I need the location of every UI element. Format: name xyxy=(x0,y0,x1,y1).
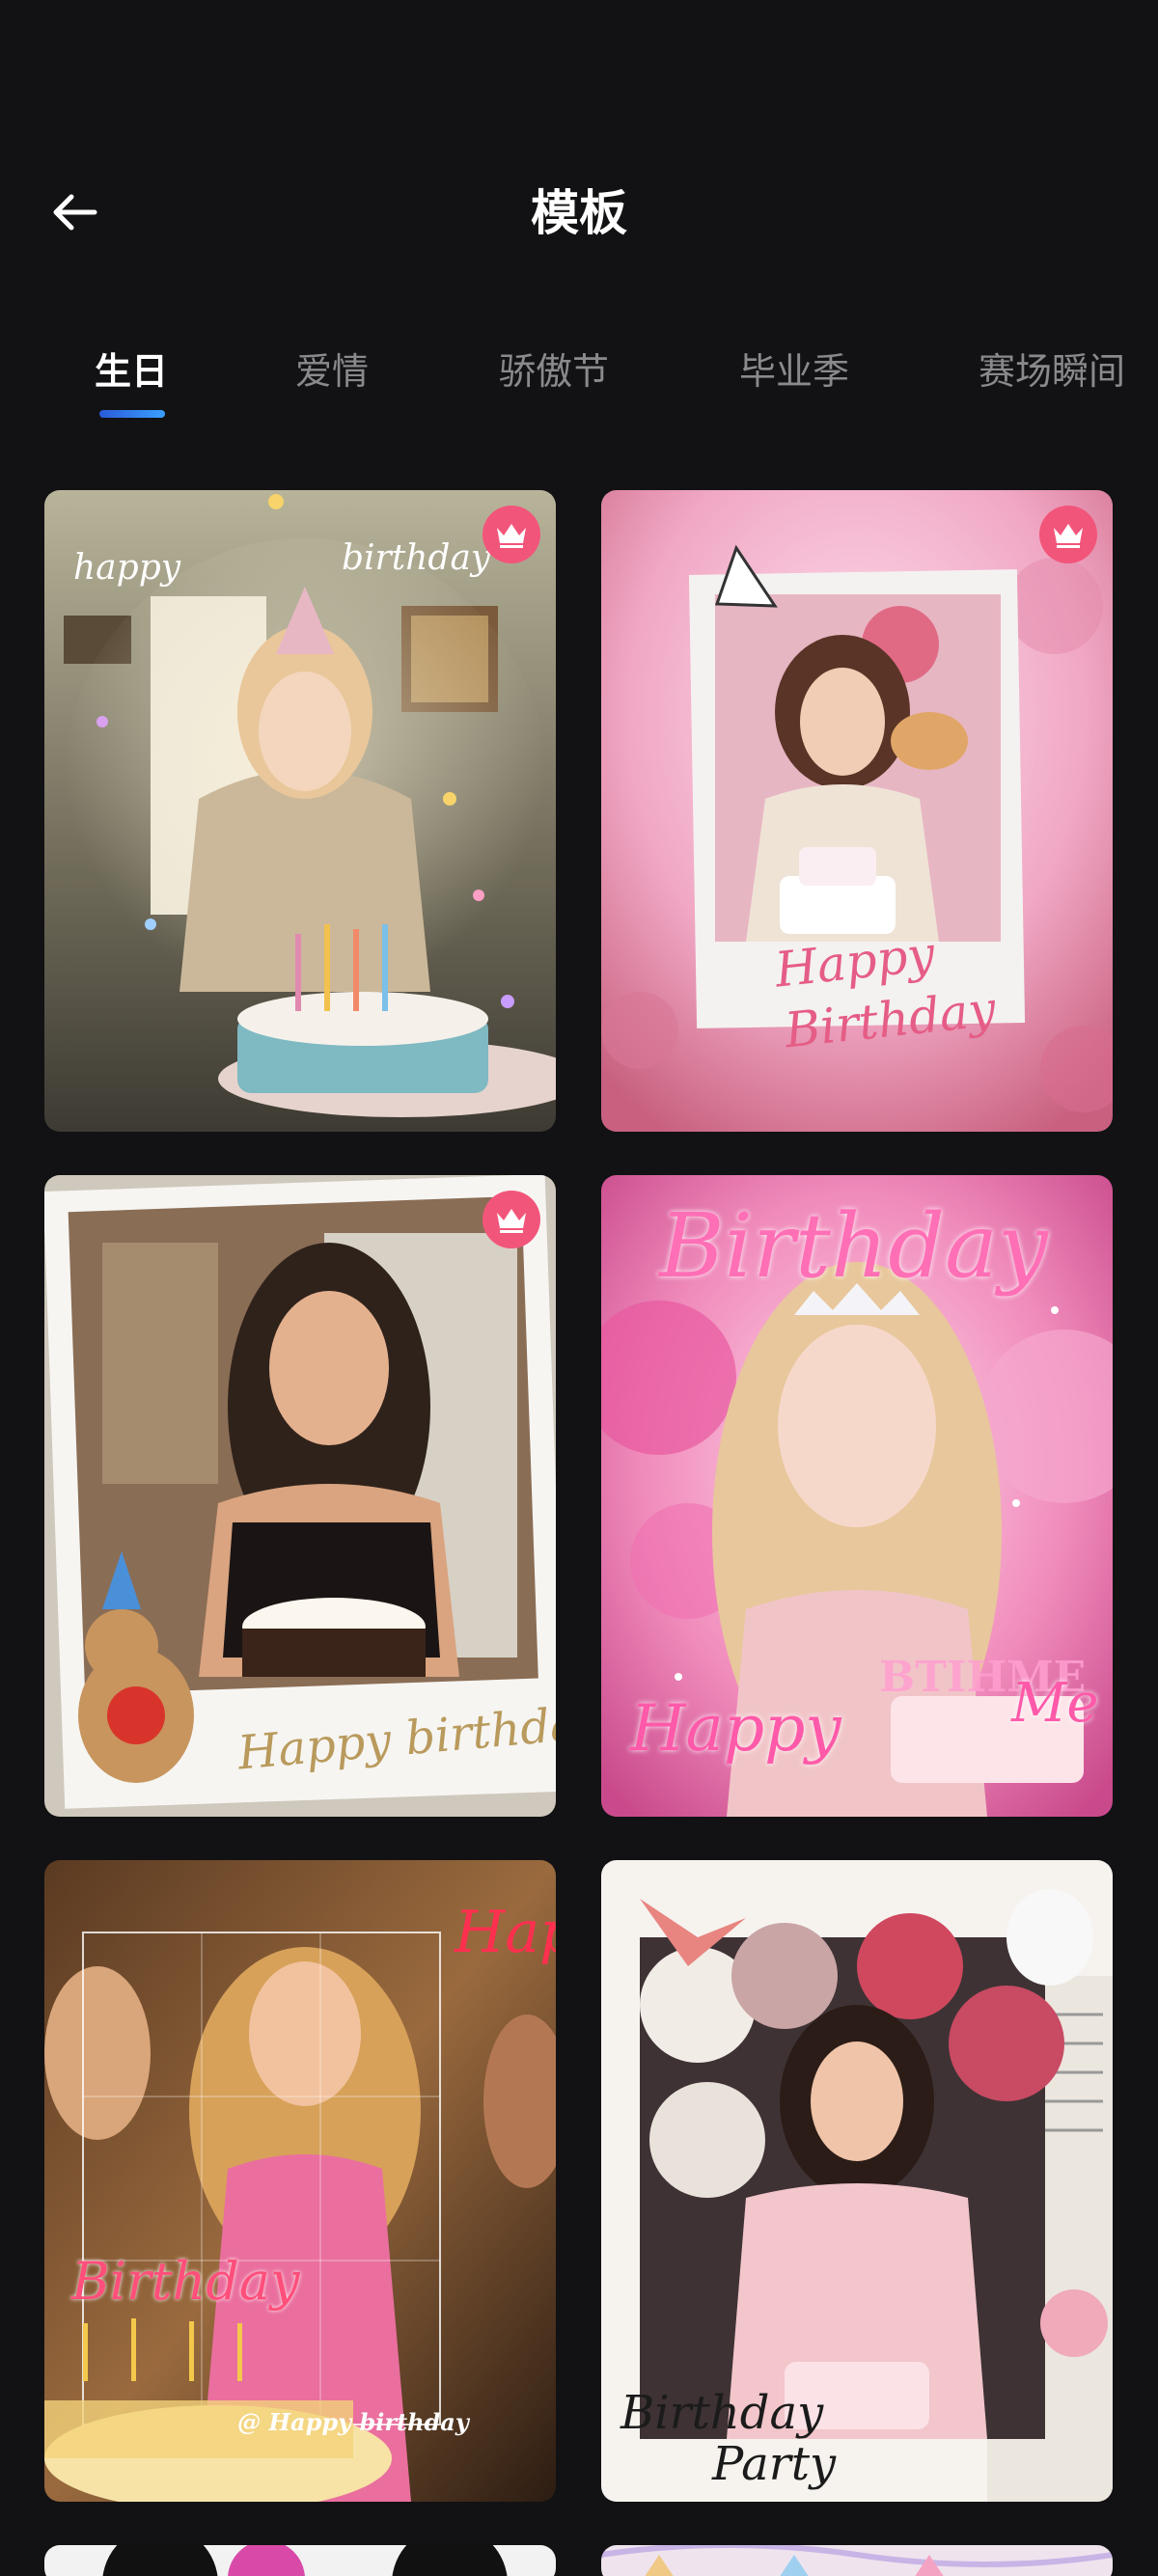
tab-graduation[interactable]: 毕业季 xyxy=(739,343,849,400)
crown-icon xyxy=(497,1209,526,1233)
vip-crown-badge xyxy=(482,506,540,563)
tab-love[interactable]: 爱情 xyxy=(295,343,369,400)
active-tab-indicator xyxy=(99,410,165,418)
template-card-2[interactable]: Happy Birthday xyxy=(601,490,1113,1132)
overlay-text: birthday xyxy=(342,538,491,578)
template-card-1[interactable]: happy birthday xyxy=(44,490,556,1132)
overlay-text: Happy xyxy=(455,1899,556,1966)
template-card-5[interactable]: Happy Birthday @ Happy birthday xyxy=(44,1860,556,2502)
templates-page: 模板 生日 爱情 骄傲节 毕业季 赛场瞬间 happy birthday Hap… xyxy=(0,0,1158,2576)
overlay-text: Birthday xyxy=(71,2251,300,2312)
tab-birthday[interactable]: 生日 xyxy=(95,343,168,400)
category-tabs: 生日 爱情 骄傲节 毕业季 赛场瞬间 xyxy=(0,343,1158,420)
template-card-4[interactable]: Birthday Happy BTIHME Me xyxy=(601,1175,1113,1817)
overlay-text: Birthday xyxy=(659,1194,1048,1298)
overlay-text: @ Happy birthday xyxy=(237,2408,469,2436)
template-thumbnail xyxy=(601,2545,1113,2576)
crown-icon xyxy=(497,524,526,548)
tab-pride[interactable]: 骄傲节 xyxy=(499,343,609,400)
overlay-text: Birthday xyxy=(620,2386,824,2440)
template-card-7[interactable] xyxy=(44,2545,556,2576)
template-card-6[interactable]: Birthday Party xyxy=(601,1860,1113,2502)
tab-sports-moments[interactable]: 赛场瞬间 xyxy=(979,343,1125,400)
template-thumbnail xyxy=(44,2545,556,2576)
vip-crown-badge xyxy=(482,1191,540,1248)
overlay-text: Happy xyxy=(630,1691,841,1766)
template-card-3[interactable]: Happy birthday xyxy=(44,1175,556,1817)
overlay-text: happy xyxy=(73,548,181,588)
vip-crown-badge xyxy=(1039,506,1097,563)
crown-icon xyxy=(1054,524,1083,548)
overlay-text: Party xyxy=(712,2437,837,2491)
page-title: 模板 xyxy=(531,185,627,241)
template-card-8[interactable] xyxy=(601,2545,1113,2576)
overlay-text: Me xyxy=(1011,1672,1099,1735)
